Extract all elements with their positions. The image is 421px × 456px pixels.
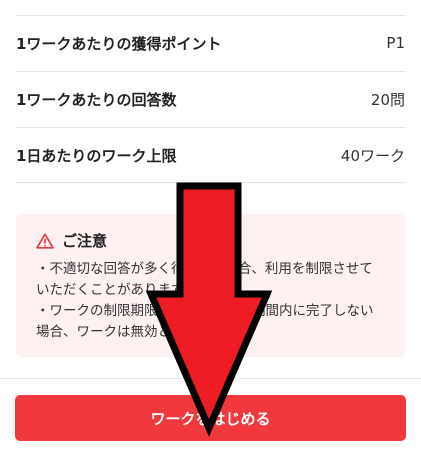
row-questions: 1ワークあたりの回答数 20問 — [16, 72, 405, 126]
notice-item: ・不適切な回答が多く行われた場合、利用を制限させていただくことがあります。 — [36, 261, 373, 298]
bottom-divider — [0, 378, 421, 379]
row-value: 20問 — [370, 90, 405, 109]
notice-title: ご注意 — [62, 232, 108, 250]
row-value: 40ワーク — [340, 146, 405, 165]
row-daily-limit: 1日あたりのワーク上限 40ワーク — [16, 128, 405, 182]
divider — [16, 182, 405, 183]
notice-header: ご注意 — [36, 230, 385, 251]
row-label: 1日あたりのワーク上限 — [16, 146, 177, 165]
row-label: 1ワークあたりの回答数 — [16, 90, 177, 109]
notice-box: ご注意 ・不適切な回答が多く行われた場合、利用を制限させていただくことがあります… — [16, 214, 405, 357]
notice-item: ・ワークの制限期限を過ぎた場合、期間内に完了しない場合、ワークは無効となります。 — [36, 303, 374, 340]
row-value: P1 — [386, 34, 405, 52]
row-label: 1ワークあたりの獲得ポイント — [16, 34, 222, 53]
start-work-button[interactable]: ワークをはじめる — [15, 395, 406, 441]
warning-icon — [36, 232, 54, 249]
row-points: 1ワークあたりの獲得ポイント P1 — [16, 16, 405, 70]
